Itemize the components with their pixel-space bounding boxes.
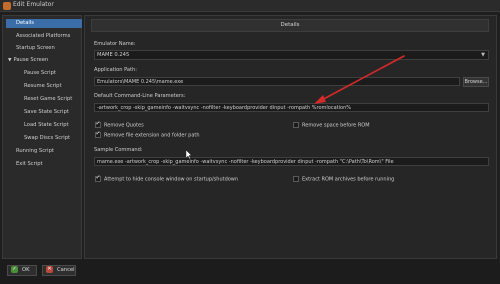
close-icon: ✕ xyxy=(46,266,53,273)
ok-button[interactable]: ✓ OK xyxy=(7,265,37,276)
ok-label: OK xyxy=(22,267,30,273)
annotation-arrow xyxy=(314,55,405,104)
cancel-label: Cancel xyxy=(57,267,75,273)
cancel-button[interactable]: ✕ Cancel xyxy=(42,265,76,276)
mouse-cursor-icon xyxy=(186,150,192,159)
dialog-footer: ✓ OK ✕ Cancel xyxy=(0,259,500,284)
checkmark-icon: ✓ xyxy=(11,266,18,273)
